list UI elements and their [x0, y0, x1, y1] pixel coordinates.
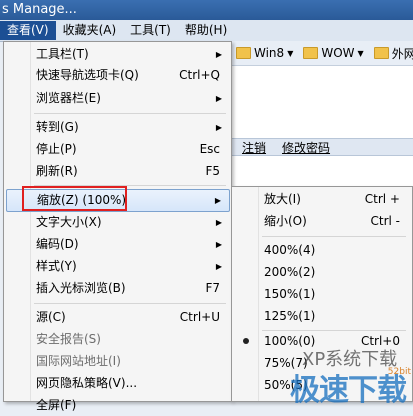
menu-item-style[interactable]: 样式(Y) ▶ [6, 256, 230, 277]
menu-item-label: 源(C) [36, 310, 66, 324]
submenu-arrow-icon: ▶ [215, 50, 222, 59]
menu-bar: 查看(V) 收藏夹(A) 工具(T) 帮助(H) [0, 20, 413, 42]
menu-item-go-to[interactable]: 转到(G) ▶ [6, 117, 230, 138]
page-toolbar: 注销 修改密码 [230, 138, 413, 156]
zoom-out-item[interactable]: 缩小(O) Ctrl - [234, 211, 410, 232]
menu-item-label: 编码(D) [36, 237, 79, 251]
menu-item-source[interactable]: 源(C) Ctrl+U [6, 307, 230, 328]
zoom-400-item[interactable]: 400%(4) [234, 240, 410, 261]
favorite-wow[interactable]: WOW ▼ [303, 46, 364, 60]
zoom-200-item[interactable]: 200%(2) [234, 262, 410, 283]
menu-item-label: 国际网站地址(I) [36, 354, 121, 368]
menu-item-shortcut: F5 [205, 164, 220, 178]
menu-item-shortcut: Esc [199, 142, 220, 156]
zoom-100-item[interactable]: 100%(0) Ctrl+0 [234, 331, 410, 352]
favorite-label: Win8 [254, 46, 285, 60]
submenu-arrow-icon: ▶ [215, 94, 222, 103]
window-title: s Manage... [2, 2, 77, 17]
menu-item-explorer-bars[interactable]: 浏览器栏(E) ▶ [6, 88, 230, 109]
menu-item-label: 工具栏(T) [36, 47, 89, 61]
menu-item-label: 浏览器栏(E) [36, 91, 101, 105]
menu-item-label: 刷新(R) [36, 164, 78, 178]
menu-item-shortcut: Ctrl+U [179, 310, 220, 324]
submenu-arrow-icon: ▶ [215, 218, 222, 227]
menu-item-shortcut: Ctrl+Q [179, 68, 220, 82]
menu-item-quick-tabs[interactable]: 快速导航选项卡(Q) Ctrl+Q [6, 65, 230, 86]
menu-item-label: 快速导航选项卡(Q) [36, 68, 139, 82]
menu-item-label: 50%(5) [264, 378, 308, 392]
menu-item-label: 缩小(O) [264, 214, 307, 228]
menu-view[interactable]: 查看(V) [0, 21, 56, 40]
favorite-label: 外网 [391, 46, 413, 61]
menu-item-label: 安全报告(S) [36, 332, 101, 346]
menu-item-label: 75%(7) [264, 356, 308, 370]
menu-item-label: 125%(1) [264, 309, 316, 323]
folder-icon [303, 47, 319, 59]
menu-item-label: 400%(4) [264, 243, 316, 257]
view-menu: 工具栏(T) ▶ 快速导航选项卡(Q) Ctrl+Q 浏览器栏(E) ▶ 转到(… [3, 41, 232, 412]
folder-icon [236, 47, 251, 59]
favorite-label: WOW [321, 46, 355, 60]
submenu-arrow-icon: ▶ [215, 262, 222, 271]
menu-item-encoding[interactable]: 编码(D) ▶ [6, 234, 230, 255]
menu-item-refresh[interactable]: 刷新(R) F5 [6, 161, 230, 182]
favorite-win8[interactable]: Win8 ▼ [236, 46, 293, 60]
menu-item-security-report[interactable]: 安全报告(S) [6, 329, 230, 350]
menu-separator [34, 303, 226, 304]
folder-icon [373, 47, 389, 59]
submenu-arrow-icon: ▶ [215, 240, 222, 249]
menu-item-label: 200%(2) [264, 265, 316, 279]
menu-item-label: 样式(Y) [36, 259, 77, 273]
menu-item-shortcut: F7 [205, 281, 220, 295]
menu-item-label: 100%(0) [264, 334, 316, 348]
menu-tools[interactable]: 工具(T) [123, 21, 178, 40]
window-title-bar: s Manage... [0, 0, 413, 20]
dropdown-arrow-icon: ▼ [287, 48, 294, 58]
menu-separator [34, 185, 226, 186]
menu-favorites[interactable]: 收藏夹(A) [56, 21, 124, 40]
zoom-150-item[interactable]: 150%(1) [234, 284, 410, 305]
menu-item-label: 插入光标浏览(B) [36, 281, 126, 295]
dropdown-arrow-icon: ▼ [357, 48, 364, 58]
zoom-50-item[interactable]: 50%(5) [234, 375, 410, 396]
logout-link[interactable]: 注销 [242, 139, 266, 156]
menu-item-toolbars[interactable]: 工具栏(T) ▶ [6, 44, 230, 65]
favorites-bar: Win8 ▼ WOW ▼ 外网 [230, 41, 413, 66]
change-password-link[interactable]: 修改密码 [282, 139, 330, 156]
radio-bullet-icon [243, 338, 249, 344]
zoom-submenu: 放大(I) Ctrl + 缩小(O) Ctrl - 400%(4) 200%(2… [231, 186, 413, 402]
menu-item-shortcut: Ctrl+0 [360, 334, 400, 348]
menu-item-international-address[interactable]: 国际网站地址(I) [6, 351, 230, 372]
menu-item-full-screen[interactable]: 全屏(F) [6, 395, 230, 416]
zoom-75-item[interactable]: 75%(7) [234, 353, 410, 374]
menu-item-label: 全屏(F) [36, 398, 77, 412]
menu-item-label: 文字大小(X) [36, 215, 102, 229]
menu-item-label: 放大(I) [264, 192, 301, 206]
submenu-arrow-icon: ▶ [215, 123, 222, 132]
submenu-arrow-icon: ▶ [214, 196, 221, 205]
menu-item-shortcut: Ctrl + [364, 192, 400, 206]
zoom-125-item[interactable]: 125%(1) [234, 306, 410, 327]
zoom-in-item[interactable]: 放大(I) Ctrl + [234, 189, 410, 210]
menu-item-label: 缩放(Z) (100%) [37, 193, 127, 207]
menu-separator [262, 236, 406, 237]
menu-item-caret-browsing[interactable]: 插入光标浏览(B) F7 [6, 278, 230, 299]
menu-item-label: 转到(G) [36, 120, 79, 134]
menu-item-label: 网页隐私策略(V)... [36, 376, 138, 390]
menu-item-stop[interactable]: 停止(P) Esc [6, 139, 230, 160]
menu-item-label: 停止(P) [36, 142, 77, 156]
menu-item-label: 150%(1) [264, 287, 316, 301]
favorite-external[interactable]: 外网 [373, 45, 413, 62]
menu-separator [34, 113, 226, 114]
menu-item-zoom[interactable]: 缩放(Z) (100%) ▶ [6, 189, 230, 212]
menu-item-privacy-policy[interactable]: 网页隐私策略(V)... [6, 373, 230, 394]
menu-help[interactable]: 帮助(H) [178, 21, 234, 40]
menu-item-shortcut: Ctrl - [370, 214, 401, 228]
menu-item-text-size[interactable]: 文字大小(X) ▶ [6, 212, 230, 233]
